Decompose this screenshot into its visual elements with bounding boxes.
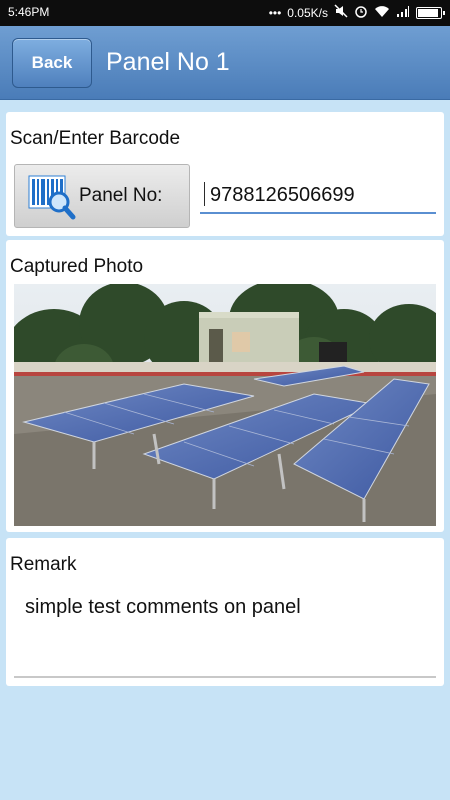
remark-underline [14, 676, 436, 678]
photo-heading: Captured Photo [10, 256, 144, 277]
battery-icon [416, 6, 445, 19]
status-icons: ••• 0.05K/s [268, 4, 445, 21]
panel-number-input[interactable]: 9788126506699 [200, 170, 436, 214]
alarm-icon [354, 4, 368, 21]
barcode-heading: Scan/Enter Barcode [10, 128, 181, 149]
scan-button-label: Panel No: [79, 185, 163, 206]
back-button[interactable]: Back [12, 38, 92, 88]
page-title: Panel No 1 [106, 48, 230, 76]
mute-icon [334, 4, 348, 21]
text-cursor [204, 182, 205, 206]
status-bar: 5:46PM ••• 0.05K/s [0, 0, 450, 26]
barcode-scan-icon [25, 170, 77, 222]
network-speed: 0.05K/s [287, 5, 328, 20]
photo-card: Captured Photo [6, 240, 444, 532]
remark-text: simple test comments on panel [25, 596, 301, 618]
remark-heading: Remark [10, 554, 77, 575]
scan-barcode-button[interactable]: Panel No: [14, 164, 190, 228]
wifi-icon [374, 5, 390, 21]
app-bar: Back Panel No 1 [0, 26, 450, 100]
dots-icon: ••• [268, 5, 282, 20]
status-time: 5:46PM [8, 5, 50, 19]
barcode-card: Scan/Enter Barcode Panel No: 97881265066… [6, 112, 444, 236]
signal-icon [396, 5, 410, 21]
captured-photo[interactable] [14, 284, 436, 526]
remark-card: Remark simple test comments on panel [6, 538, 444, 686]
panel-number-value: 9788126506699 [210, 184, 355, 206]
